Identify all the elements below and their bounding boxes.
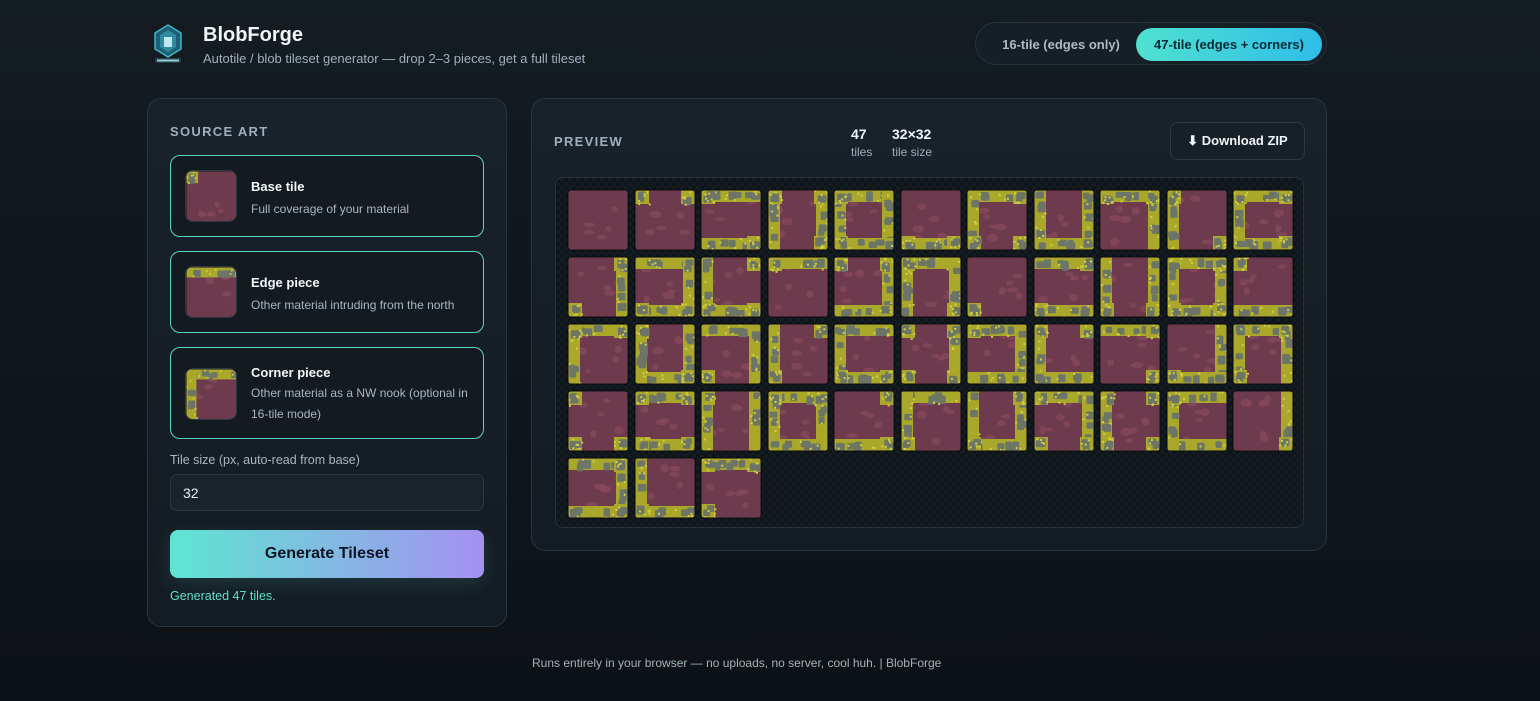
- tile-size-stat-label: tile size: [892, 145, 933, 159]
- generate-tileset-button[interactable]: Generate Tileset: [170, 530, 484, 578]
- tileset-preview-tile: [568, 324, 628, 384]
- tileset-preview-tile: [900, 257, 961, 317]
- tileset-preview-tile: [1233, 324, 1293, 384]
- blobforge-logo-icon: [152, 23, 184, 65]
- tileset-preview-tile: [767, 257, 828, 317]
- tileset-preview-tile: [568, 190, 628, 250]
- tileset-preview-tile: [634, 190, 695, 250]
- tileset-preview-tile: [634, 257, 695, 317]
- tile-size-input[interactable]: [170, 474, 484, 511]
- tileset-preview-tile: [900, 324, 961, 384]
- tileset-preview-tile: [568, 257, 628, 317]
- generation-status: Generated 47 tiles.: [170, 589, 276, 603]
- tileset-preview-tile: [701, 190, 761, 250]
- corner-piece-upload[interactable]: Corner piece Other material as a NW nook…: [170, 347, 484, 439]
- tileset-preview-tile: [1166, 391, 1227, 451]
- corner-piece-description: Other material as a NW nook (optional in…: [251, 386, 468, 421]
- tileset-preview-tile: [1033, 391, 1094, 451]
- tileset-preview-tile: [1033, 257, 1094, 317]
- edge-piece-description: Other material intruding from the north: [251, 298, 455, 312]
- tileset-preview-tile: [1166, 257, 1227, 317]
- tileset-preview-tile: [701, 257, 761, 317]
- base-tile-title: Base tile: [251, 179, 305, 194]
- tile-count-label: tiles: [851, 145, 873, 159]
- tileset-preview-tile: [1100, 257, 1160, 317]
- tileset-preview-tile: [834, 391, 894, 451]
- base-tile-description: Full coverage of your material: [251, 202, 410, 216]
- source-art-panel: SOURCE ART Base tile Full coverage of yo…: [147, 98, 507, 627]
- tileset-preview-tile: [1100, 190, 1160, 250]
- tileset-preview-tile: [967, 324, 1027, 384]
- tileset-preview-tile: [1100, 324, 1160, 384]
- tileset-preview-tile: [1166, 190, 1227, 250]
- mode-16-tile-button[interactable]: 16-tile (edges only): [986, 28, 1136, 61]
- tileset-preview-tile: [568, 458, 628, 518]
- tileset-preview-tile: [568, 391, 628, 451]
- preview-panel: PREVIEW 47 tiles 32×32 tile size ⬇ Downl…: [531, 98, 1327, 551]
- tileset-preview-tile: [834, 257, 894, 317]
- tileset-preview-tile: [767, 190, 828, 250]
- tileset-preview-tile: [1166, 324, 1227, 384]
- tileset-preview-tile: [967, 190, 1027, 250]
- tileset-preview-tile: [834, 190, 894, 250]
- tileset-preview-tile: [900, 190, 961, 250]
- tileset-preview-tile: [1033, 324, 1094, 384]
- source-art-heading: SOURCE ART: [170, 124, 269, 139]
- tileset-preview-tile: [967, 257, 1027, 317]
- tileset-preview-tile: [1233, 391, 1293, 451]
- tileset-preview-tile: [1100, 391, 1160, 451]
- mode-47-tile-button[interactable]: 47-tile (edges + corners): [1136, 28, 1322, 61]
- tileset-preview-tile: [701, 458, 761, 518]
- tileset-preview-tile: [701, 391, 761, 451]
- tileset-preview-tile: [634, 391, 695, 451]
- tile-size-label: Tile size (px, auto-read from base): [170, 453, 360, 467]
- tileset-preview-tile: [1233, 257, 1293, 317]
- app-title: BlobForge: [203, 24, 303, 46]
- edge-piece-title: Edge piece: [251, 275, 320, 290]
- tileset-preview-tile: [1233, 190, 1293, 250]
- download-zip-button[interactable]: ⬇ Download ZIP: [1170, 122, 1305, 160]
- tileset-preview-tile: [1033, 190, 1094, 250]
- edge-piece-upload[interactable]: Edge piece Other material intruding from…: [170, 251, 484, 333]
- tile-size-value: 32×32: [892, 126, 932, 142]
- tileset-preview-tile: [701, 324, 761, 384]
- app-tagline: Autotile / blob tileset generator — drop…: [203, 51, 586, 66]
- corner-piece-title: Corner piece: [251, 365, 331, 380]
- tileset-preview-grid: [555, 177, 1304, 528]
- tileset-preview-tile: [767, 324, 828, 384]
- tileset-mode-toggle: 16-tile (edges only) 47-tile (edges + co…: [975, 22, 1327, 65]
- base-tile-upload[interactable]: Base tile Full coverage of your material: [170, 155, 484, 237]
- tileset-preview-tile: [967, 391, 1027, 451]
- corner-piece-thumbnail: [185, 368, 237, 420]
- footer-text: Runs entirely in your browser — no uploa…: [532, 656, 942, 670]
- tileset-preview-tile: [634, 458, 695, 518]
- tileset-preview-tile: [900, 391, 961, 451]
- tileset-preview-tile: [634, 324, 695, 384]
- base-tile-thumbnail: [185, 170, 237, 222]
- edge-piece-thumbnail: [185, 266, 237, 318]
- tile-count-value: 47: [851, 126, 867, 142]
- preview-heading: PREVIEW: [554, 134, 624, 149]
- tileset-preview-tile: [767, 391, 828, 451]
- tileset-preview-tile: [834, 324, 894, 384]
